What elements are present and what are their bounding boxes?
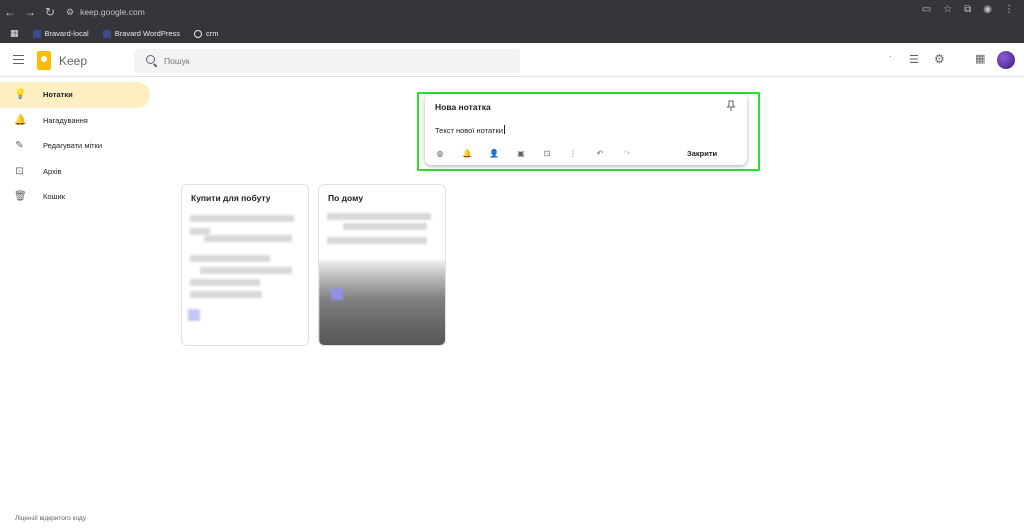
keep-logo-icon[interactable] (37, 51, 51, 70)
palette-icon[interactable]: ◍ (435, 149, 445, 159)
bookmark-favicon-icon (32, 29, 41, 38)
more-menu-icon[interactable]: ⋮ (1004, 4, 1014, 15)
sidebar: 💡 Нотатки 🔔 Нагадування ✎ Редагувати міт… (0, 82, 150, 210)
blurred-content (327, 237, 427, 244)
sidebar-item-label: Нотатки (43, 90, 73, 100)
note-editor[interactable]: Нова нотатка Текст нової нотатки ◍ 🔔 👤 ▣… (425, 94, 747, 165)
sidebar-item-label: Архів (43, 166, 62, 176)
sidebar-item-label: Кошик (43, 192, 66, 202)
blurred-checkbox (331, 288, 343, 300)
apps-grid-icon[interactable]: ▦ (10, 28, 19, 39)
main-menu-icon[interactable] (13, 55, 24, 64)
sidebar-item-label: Редагувати мітки (43, 141, 103, 151)
pin-icon[interactable] (726, 100, 736, 112)
globe-icon (194, 29, 203, 38)
bookmarks-bar: ▦ Bravard-local Bravard WordPress crm (0, 24, 1024, 43)
note-body-field[interactable]: Текст нової нотатки (435, 125, 505, 135)
google-apps-icon[interactable]: ▦ (975, 52, 985, 65)
cast-icon[interactable]: ▭ (922, 4, 931, 15)
extensions-icon[interactable]: ⧉ (964, 4, 971, 15)
archive-icon: ⊡ (15, 165, 24, 177)
blurred-content (204, 235, 292, 242)
editor-toolbar: ◍ 🔔 👤 ▣ ⊡ ⋮ ↶ ↷ Закрити (425, 146, 747, 162)
redo-icon[interactable]: ↷ (622, 149, 632, 159)
bookmark-star-icon[interactable]: ☆ (943, 4, 952, 15)
profile-icon[interactable]: ◉ (983, 4, 992, 15)
note-card[interactable]: По дому (318, 184, 446, 346)
lightbulb-icon: 💡 (14, 89, 27, 100)
search-box[interactable] (134, 49, 520, 73)
bookmark-crm[interactable]: crm (194, 29, 219, 38)
url-text: keep.google.com (80, 7, 145, 17)
blurred-content (190, 279, 260, 286)
undo-icon[interactable]: ↶ (595, 149, 605, 159)
text-cursor (503, 125, 505, 134)
browser-toolbar: ← → ↻ ⚙ keep.google.com ▭ ☆ ⧉ ◉ ⋮ (0, 0, 1024, 24)
sidebar-item-label: Нагадування (43, 115, 88, 125)
sidebar-item-trash[interactable]: 🗑 Кошик (0, 184, 150, 210)
image-icon[interactable]: ▣ (516, 149, 526, 159)
note-body-text: Текст нової нотатки (435, 126, 503, 135)
blurred-content (200, 267, 292, 274)
blurred-image (319, 260, 445, 345)
bell-icon: 🔔 (14, 114, 27, 126)
avatar[interactable] (997, 51, 1015, 69)
sidebar-item-reminders[interactable]: 🔔 Нагадування (0, 108, 150, 134)
reminder-bell-icon[interactable]: 🔔 (462, 149, 472, 159)
blurred-content (327, 213, 431, 220)
archive-icon[interactable]: ⊡ (542, 149, 552, 159)
refresh-indicator-icon: · (889, 52, 892, 61)
blurred-content (190, 291, 262, 298)
list-view-icon[interactable]: ☰ (909, 53, 919, 66)
note-card[interactable]: Купити для побуту (181, 184, 309, 346)
note-card-title: По дому (328, 193, 364, 203)
blurred-content (190, 215, 294, 222)
search-input[interactable] (164, 54, 504, 68)
bookmark-favicon-icon (102, 29, 111, 38)
search-icon[interactable] (146, 55, 155, 64)
close-button[interactable]: Закрити (687, 149, 717, 158)
back-icon[interactable]: ← (0, 5, 20, 19)
pencil-icon: ✎ (15, 140, 24, 151)
reload-icon[interactable]: ↻ (40, 5, 60, 19)
blurred-content (190, 228, 210, 235)
settings-gear-icon[interactable]: ⚙ (934, 52, 945, 66)
trash-icon: 🗑 (14, 191, 27, 202)
note-card-title: Купити для побуту (191, 193, 271, 203)
bookmark-bravard-local[interactable]: Bravard-local (32, 29, 89, 38)
sidebar-item-archive[interactable]: ⊡ Архів (0, 159, 150, 185)
note-title-field[interactable]: Нова нотатка (435, 102, 491, 112)
blurred-content (343, 223, 427, 230)
app-title[interactable]: Keep (59, 54, 87, 68)
app-header: Keep · ☰ ⚙ ▦ (0, 43, 1024, 77)
sidebar-item-notes[interactable]: 💡 Нотатки (0, 82, 150, 108)
site-settings-icon[interactable]: ⚙ (66, 7, 74, 18)
forward-icon[interactable]: → (20, 5, 40, 19)
blurred-content (190, 255, 270, 262)
address-bar[interactable]: ⚙ keep.google.com (66, 7, 145, 18)
open-source-licenses-link[interactable]: Ліцензії відкритого коду (15, 515, 86, 522)
collaborator-icon[interactable]: 👤 (489, 149, 499, 159)
blurred-checkbox (188, 309, 200, 321)
sidebar-item-edit-labels[interactable]: ✎ Редагувати мітки (0, 133, 150, 159)
more-options-icon[interactable]: ⋮ (568, 149, 578, 159)
bookmark-bravard-wordpress[interactable]: Bravard WordPress (102, 29, 180, 38)
